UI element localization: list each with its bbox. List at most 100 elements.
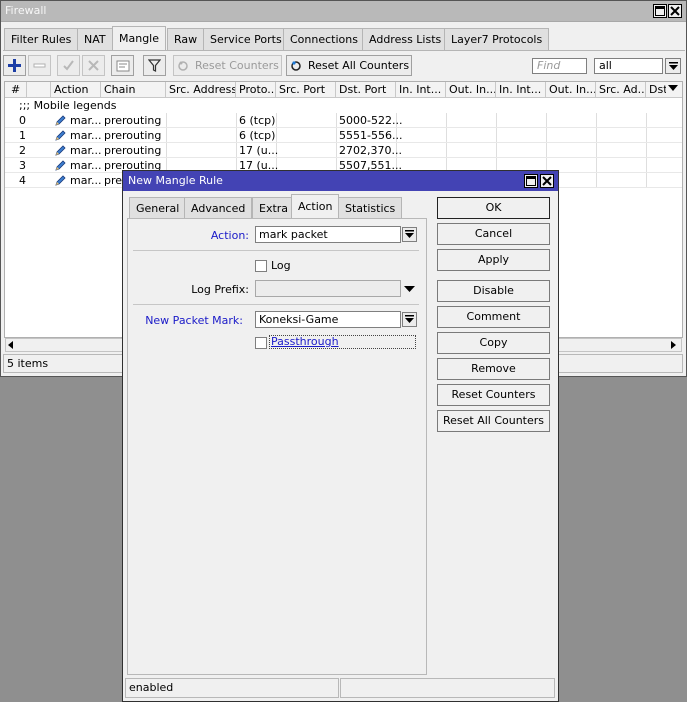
- reset-all-counters-label: Reset All Counters: [308, 59, 410, 72]
- passthrough-checkbox[interactable]: [255, 337, 267, 349]
- action-dropdown-button[interactable]: [402, 227, 417, 242]
- pencil-icon: [55, 160, 66, 171]
- column-header-num[interactable]: #: [5, 82, 27, 98]
- minus-icon: [33, 63, 46, 68]
- column-header-src-address[interactable]: Src. Address: [166, 82, 236, 98]
- dialog-title: New Mangle Rule: [128, 174, 223, 187]
- column-header-src-address-list[interactable]: Src. Ad...: [596, 82, 646, 98]
- filter-dropdown-button[interactable]: [665, 58, 681, 74]
- tab-nat[interactable]: NAT: [77, 28, 113, 50]
- column-header-out-interface-list[interactable]: Out. In...: [546, 82, 596, 98]
- row-action: mar...: [70, 159, 102, 172]
- dropdown-arrow-icon: [405, 315, 414, 323]
- action-label: Action:: [210, 229, 249, 242]
- row-num: 0: [19, 114, 26, 127]
- tab-raw[interactable]: Raw: [167, 28, 205, 50]
- add-button[interactable]: [3, 55, 26, 76]
- tab-mangle[interactable]: Mangle: [112, 26, 167, 51]
- tab-address-lists[interactable]: Address Lists: [362, 28, 449, 50]
- tab-strip-line: [3, 50, 685, 51]
- ok-button[interactable]: OK: [437, 197, 550, 219]
- firewall-titlebar[interactable]: Firewall: [1, 1, 686, 22]
- maximize-button[interactable]: [653, 4, 667, 18]
- pencil-icon: [55, 145, 66, 156]
- new-packet-mark-label: New Packet Mark:: [145, 314, 243, 327]
- column-header-in-interface[interactable]: In. Int...: [396, 82, 446, 98]
- column-header-chain[interactable]: Chain: [101, 82, 166, 98]
- cancel-button[interactable]: Cancel: [437, 223, 550, 245]
- remove-button[interactable]: [28, 55, 51, 76]
- row-action: mar...: [70, 114, 102, 127]
- row-dst-port: 5000-522...: [339, 114, 403, 127]
- reset-all-counters-button[interactable]: Reset All Counters: [286, 55, 412, 76]
- dialog-tab-statistics[interactable]: Statistics: [338, 197, 403, 218]
- comment-rule-button[interactable]: Comment: [437, 306, 550, 328]
- disable-rule-button[interactable]: Disable: [437, 280, 550, 302]
- dialog-tab-advanced[interactable]: Advanced: [184, 197, 253, 218]
- column-header-src-port[interactable]: Src. Port: [276, 82, 336, 98]
- column-header-dst[interactable]: Dst: [646, 82, 666, 98]
- dialog-status-right: [340, 678, 555, 698]
- dialog-reset-counters-button[interactable]: Reset Counters: [437, 384, 550, 406]
- row-action: mar...: [70, 129, 102, 142]
- enable-button[interactable]: [57, 55, 80, 76]
- note-icon: [116, 60, 129, 71]
- column-header-out-interface[interactable]: Out. In...: [446, 82, 496, 98]
- filter-button[interactable]: [143, 55, 166, 76]
- column-header-action[interactable]: Action: [51, 82, 101, 98]
- column-header-dst-port[interactable]: Dst. Port: [336, 82, 396, 98]
- log-prefix-dropdown-button[interactable]: [404, 283, 417, 296]
- reset-counters-label: Reset Counters: [195, 59, 279, 72]
- column-menu-button[interactable]: [668, 83, 680, 97]
- log-checkbox[interactable]: [255, 260, 267, 272]
- remove-rule-button[interactable]: Remove: [437, 358, 550, 380]
- tab-service-ports[interactable]: Service Ports: [203, 28, 289, 50]
- dropdown-arrow-icon: [404, 286, 415, 292]
- log-prefix-field[interactable]: [255, 280, 401, 297]
- comment-row[interactable]: ;;; Mobile legends: [16, 98, 116, 113]
- dialog-close-button[interactable]: [540, 174, 554, 188]
- tab-filter-rules[interactable]: Filter Rules: [4, 28, 79, 50]
- arrow-right-icon: [671, 341, 676, 349]
- firewall-title: Firewall: [5, 4, 47, 17]
- scroll-left-button[interactable]: [6, 340, 18, 351]
- dialog-reset-all-counters-button[interactable]: Reset All Counters: [437, 410, 550, 432]
- column-header-protocol[interactable]: Proto...: [236, 82, 276, 98]
- dialog-tab-general[interactable]: General: [129, 197, 187, 218]
- apply-button[interactable]: Apply: [437, 249, 550, 271]
- log-label: Log: [271, 259, 291, 272]
- reset-counters-icon: [178, 60, 188, 71]
- pencil-icon: [55, 175, 66, 186]
- tab-layer7-protocols[interactable]: Layer7 Protocols: [444, 28, 550, 50]
- dropdown-arrow-icon: [668, 61, 678, 70]
- new-packet-mark-select[interactable]: Koneksi-Game: [255, 311, 401, 328]
- reset-counters-button[interactable]: Reset Counters: [173, 55, 282, 76]
- dialog-titlebar[interactable]: New Mangle Rule: [123, 171, 558, 191]
- row-num: 3: [19, 159, 26, 172]
- row-dst-port: 5551-556...: [339, 129, 403, 142]
- action-select[interactable]: mark packet: [255, 226, 401, 243]
- tab-connections[interactable]: Connections: [283, 28, 365, 50]
- close-button[interactable]: [668, 4, 682, 18]
- column-header-flag[interactable]: [27, 82, 51, 98]
- copy-button[interactable]: Copy: [437, 332, 550, 354]
- dialog-tab-extra[interactable]: Extra: [252, 197, 296, 218]
- dialog-status-left: enabled: [125, 678, 339, 698]
- new-packet-mark-dropdown-button[interactable]: [402, 312, 417, 327]
- row-num: 4: [19, 174, 26, 187]
- row-protocol: 17 (u...: [239, 144, 279, 157]
- row-chain: prerouting: [104, 114, 162, 127]
- comment-button[interactable]: [111, 55, 134, 76]
- dialog-maximize-button[interactable]: [524, 174, 538, 188]
- section-divider: [133, 304, 419, 305]
- filter-select[interactable]: all: [594, 58, 663, 74]
- disable-button[interactable]: [82, 55, 105, 76]
- arrow-left-icon: [8, 341, 13, 349]
- passthrough-label[interactable]: Passthrough: [269, 335, 416, 349]
- dialog-tab-action[interactable]: Action: [291, 194, 340, 219]
- row-num: 1: [19, 129, 26, 142]
- scroll-right-button[interactable]: [668, 340, 680, 351]
- column-header-in-interface-list[interactable]: In. Int...: [496, 82, 546, 98]
- section-divider: [133, 250, 419, 251]
- find-input[interactable]: Find: [532, 58, 587, 74]
